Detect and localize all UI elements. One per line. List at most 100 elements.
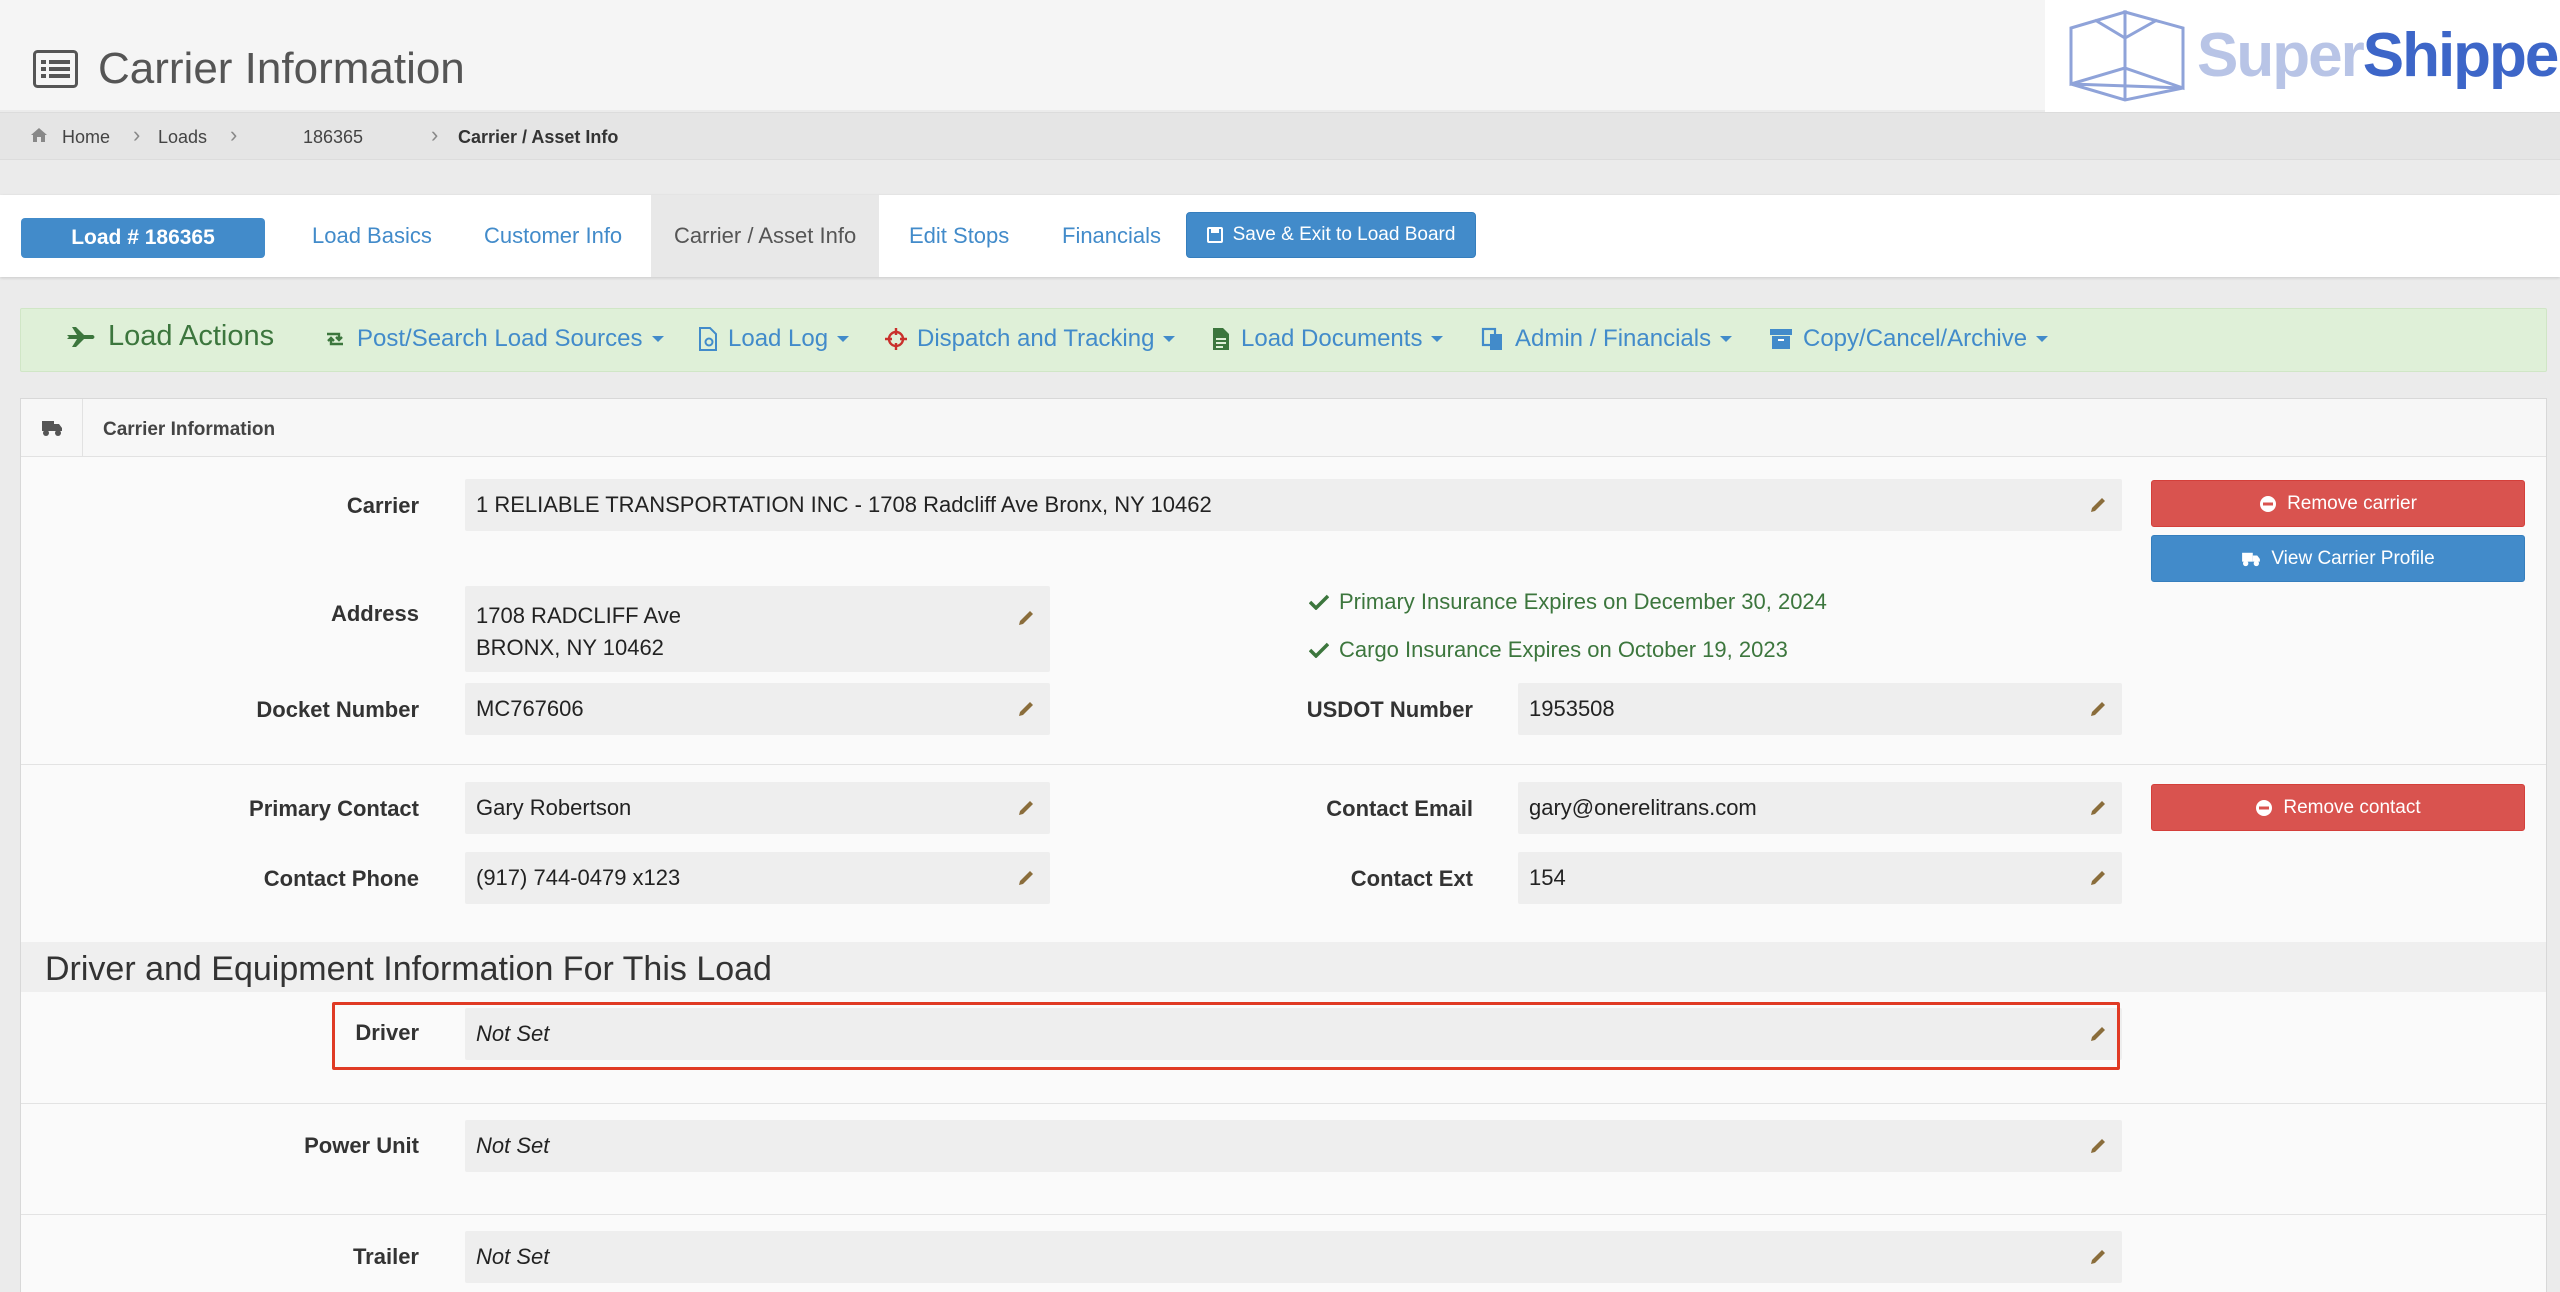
address-line-1: 1708 RADCLIFF Ave	[476, 603, 682, 628]
power-unit-value: Not Set	[476, 1133, 550, 1158]
minus-circle-icon	[2260, 495, 2277, 512]
check-icon	[1309, 594, 1329, 610]
tab-edit-stops[interactable]: Edit Stops	[886, 195, 1032, 277]
panel-title: Carrier Information	[103, 419, 276, 440]
breadcrumb-current: Carrier / Asset Info	[458, 127, 619, 147]
chevron-right-icon: ›	[133, 122, 141, 147]
archive-icon	[1770, 329, 1792, 349]
breadcrumb-loads[interactable]: Loads	[158, 127, 207, 148]
truck-icon	[2242, 552, 2261, 566]
tab-carrier-asset-info[interactable]: Carrier / Asset Info	[651, 195, 880, 277]
carrier-field[interactable]: 1 RELIABLE TRANSPORTATION INC - 1708 Rad…	[465, 479, 2122, 531]
tab-customer-info[interactable]: Customer Info	[461, 195, 645, 277]
brand-logo[interactable]: SuperShippers	[2045, 0, 2560, 112]
contact-phone-label: Contact Phone	[263, 866, 419, 891]
truck-icon	[21, 399, 83, 456]
list-alt-icon	[33, 50, 78, 88]
contact-ext-value: 154	[1529, 865, 1566, 890]
carrier-value: 1 RELIABLE TRANSPORTATION INC - 1708 Rad…	[476, 492, 1212, 517]
caret-down-icon	[651, 336, 664, 342]
breadcrumb-home[interactable]: Home	[62, 127, 110, 148]
copy-cancel-archive-dropdown[interactable]: Copy/Cancel/Archive	[1769, 325, 2049, 353]
save-exit-label: Save & Exit to Load Board	[1232, 224, 1456, 245]
tab-load-basics[interactable]: Load Basics	[289, 195, 455, 277]
contact-phone-field[interactable]: (917) 744-0479 x123	[465, 852, 1050, 904]
admin-financials-dropdown[interactable]: Admin / Financials	[1481, 325, 1733, 353]
view-carrier-profile-button[interactable]: View Carrier Profile	[2151, 535, 2525, 582]
address-line-2: BRONX, NY 10462	[476, 635, 664, 660]
remove-contact-button[interactable]: Remove contact	[2151, 784, 2525, 831]
section-title: Driver and Equipment Information For Thi…	[45, 950, 772, 988]
power-unit-label: Power Unit	[304, 1133, 419, 1158]
remove-carrier-button[interactable]: Remove carrier	[2151, 480, 2525, 527]
primary-contact-field[interactable]: Gary Robertson	[465, 782, 1050, 834]
box-logo-icon	[2069, 9, 2185, 102]
pencil-icon[interactable]	[2088, 1136, 2108, 1156]
caret-down-icon	[2036, 336, 2049, 342]
pencil-icon[interactable]	[1016, 868, 1036, 888]
pencil-icon[interactable]	[2088, 495, 2108, 515]
page-header: Carrier Information	[0, 0, 2045, 110]
divider	[21, 764, 2546, 765]
file-text-icon	[1213, 328, 1229, 350]
load-actions-title: Load Actions	[66, 320, 274, 353]
crosshairs-icon	[885, 328, 907, 350]
load-number-badge[interactable]: Load # 186365	[21, 218, 265, 258]
minus-circle-icon	[2256, 799, 2273, 816]
retweet-icon	[327, 332, 343, 346]
check-icon	[1309, 642, 1329, 658]
caret-down-icon	[1431, 336, 1444, 342]
home-icon	[30, 126, 48, 149]
docket-number-label: Docket Number	[256, 697, 419, 722]
plane-icon	[67, 326, 95, 347]
pencil-icon[interactable]	[1016, 608, 1036, 628]
contact-ext-field[interactable]: 154	[1518, 852, 2122, 904]
driver-equipment-section-header: Driver and Equipment Information For Thi…	[21, 942, 2546, 992]
docket-number-value: MC767606	[476, 696, 584, 721]
address-field[interactable]: 1708 RADCLIFF Ave BRONX, NY 10462	[465, 586, 1050, 672]
caret-down-icon	[1720, 336, 1733, 342]
caret-down-icon	[837, 336, 850, 342]
carrier-label: Carrier	[346, 493, 419, 518]
docket-number-field[interactable]: MC767606	[465, 683, 1050, 735]
pencil-icon[interactable]	[2088, 868, 2108, 888]
cargo-insurance-status: Cargo Insurance Expires on October 19, 2…	[1309, 637, 1788, 663]
brand-name: SuperShippers	[2197, 20, 2560, 91]
tab-financials[interactable]: Financials	[1039, 195, 1184, 277]
post-search-load-sources-dropdown[interactable]: Post/Search Load Sources	[323, 325, 664, 353]
power-unit-field[interactable]: Not Set	[465, 1120, 2122, 1172]
chevron-right-icon: ›	[230, 122, 238, 147]
load-documents-dropdown[interactable]: Load Documents	[1211, 325, 1444, 353]
chevron-right-icon: ›	[431, 122, 439, 147]
driver-row-highlight	[332, 1002, 2120, 1070]
pencil-icon[interactable]	[2088, 798, 2108, 818]
address-label: Address	[330, 601, 419, 626]
contact-email-field[interactable]: gary@onerelitrans.com	[1518, 782, 2122, 834]
dispatch-tracking-dropdown[interactable]: Dispatch and Tracking	[885, 325, 1176, 353]
carrier-info-panel: Carrier Information Carrier 1 RELIABLE T…	[20, 398, 2547, 1292]
trailer-field[interactable]: Not Set	[465, 1231, 2122, 1283]
usdot-number-field[interactable]: 1953508	[1518, 683, 2122, 735]
pencil-icon[interactable]	[2088, 699, 2108, 719]
divider	[21, 1103, 2546, 1104]
pencil-icon[interactable]	[2088, 1247, 2108, 1267]
breadcrumb: Home › Loads › 186365 › Carrier / Asset …	[0, 112, 2560, 160]
contact-email-value: gary@onerelitrans.com	[1529, 795, 1757, 820]
save-exit-button[interactable]: Save & Exit to Load Board	[1186, 212, 1476, 258]
pencil-icon[interactable]	[1016, 798, 1036, 818]
contact-email-label: Contact Email	[1326, 796, 1473, 821]
load-actions-bar: Load Actions Post/Search Load Sources Lo…	[20, 308, 2547, 372]
brand-shippers: Shippers	[2362, 21, 2560, 90]
contact-ext-label: Contact Ext	[1350, 866, 1473, 891]
panel-header: Carrier Information	[21, 399, 2546, 457]
usdot-number-value: 1953508	[1529, 696, 1615, 721]
page-title-wrap: Carrier Information	[33, 44, 465, 94]
breadcrumb-load-id[interactable]: 186365	[303, 127, 363, 148]
copy-files-icon	[1481, 327, 1502, 350]
pencil-icon[interactable]	[1016, 699, 1036, 719]
trailer-value: Not Set	[476, 1244, 550, 1269]
primary-contact-label: Primary Contact	[249, 796, 419, 821]
load-log-dropdown[interactable]: Load Log	[698, 325, 850, 353]
divider	[21, 1214, 2546, 1215]
floppy-disk-icon	[1206, 227, 1223, 243]
